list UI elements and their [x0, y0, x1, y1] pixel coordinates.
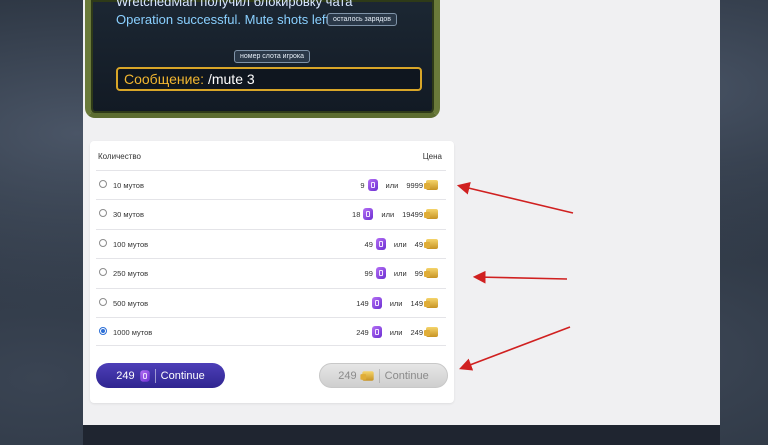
gold-amount: 249 [338, 369, 357, 382]
gold-price: 19499 [402, 209, 423, 219]
gem-icon [371, 326, 382, 338]
gem-price: 149 [356, 298, 369, 308]
option-label: 250 мутов [113, 269, 149, 278]
gem-icon [363, 208, 374, 220]
or-label: или [385, 180, 399, 190]
radio-button-selected[interactable] [99, 327, 107, 335]
gem-icon [375, 267, 386, 279]
gold-price: 9999 [406, 180, 423, 190]
game-chat-screenshot: WretchedMan получил блокировку чата Oper… [85, 0, 440, 118]
option-label: 1000 мутов [113, 328, 153, 337]
gold-icon [424, 209, 438, 219]
separator [154, 368, 156, 383]
gold-icon [424, 239, 438, 249]
gold-icon [424, 268, 438, 278]
option-row-30[interactable]: 30 мутов 18 или 19499 [96, 199, 446, 228]
continue-gold-button[interactable]: 249 Continue [319, 363, 448, 388]
gem-amount: 249 [116, 369, 135, 382]
chat-line-result: Operation successful. Mute shots left: 9 [116, 12, 344, 27]
or-label: или [393, 268, 407, 278]
radio-button[interactable] [99, 298, 107, 306]
gem-price: 249 [356, 327, 369, 337]
radio-button[interactable] [99, 209, 107, 217]
gold-price: 249 [410, 327, 423, 337]
option-label: 100 мутов [113, 240, 149, 249]
gem-icon [139, 369, 150, 382]
gold-price: 149 [410, 298, 423, 308]
gold-price: 99 [414, 268, 423, 278]
gold-price: 49 [414, 239, 423, 249]
gem-price: 18 [352, 209, 361, 219]
or-label: или [381, 209, 395, 219]
chat-message-box: Сообщение: /mute 3 [116, 67, 422, 91]
column-header-price: Цена [422, 152, 442, 161]
option-row-250[interactable]: 250 мутов 99 или 99 [96, 258, 446, 287]
gem-icon [367, 179, 378, 191]
option-label: 10 мутов [113, 181, 144, 190]
or-label: или [389, 298, 403, 308]
continue-label: Continue [384, 369, 429, 382]
continue-label: Continue [160, 369, 205, 382]
gem-icon [371, 297, 382, 309]
chat-line-mute-notice: WretchedMan получил блокировку чата [116, 0, 353, 9]
option-row-500[interactable]: 500 мутов 149 или 149 [96, 288, 446, 317]
column-header-quantity: Количество [98, 152, 141, 161]
radio-button[interactable] [99, 268, 107, 276]
gold-icon [424, 327, 438, 337]
option-row-10[interactable]: 10 мутов 9 или 9999 [96, 170, 446, 199]
option-price: 149 или 149 [356, 296, 438, 310]
gem-icon [375, 238, 386, 250]
radio-button[interactable] [99, 239, 107, 247]
option-label: 500 мутов [113, 299, 149, 308]
continue-gem-button[interactable]: 249 Continue [96, 363, 225, 388]
gold-icon [360, 370, 374, 381]
option-price: 49 или 49 [365, 237, 438, 251]
or-label: или [393, 239, 407, 249]
option-price: 99 или 99 [365, 266, 438, 280]
or-label: или [389, 327, 403, 337]
option-row-100[interactable]: 100 мутов 49 или 49 [96, 229, 446, 258]
tooltip-charges-left: осталось зарядов [327, 13, 397, 26]
tooltip-player-slot: номер слота игрока [234, 50, 311, 63]
message-label: Сообщение: [124, 71, 205, 87]
separator [378, 368, 380, 383]
option-price: 9 или 9999 [360, 178, 438, 192]
option-label: 30 мутов [113, 210, 144, 219]
gem-price: 49 [364, 239, 373, 249]
gold-icon [424, 180, 438, 190]
option-price: 249 или 249 [356, 325, 438, 339]
radio-button[interactable] [99, 180, 107, 188]
option-row-1000[interactable]: 1000 мутов 249 или 249 [96, 317, 446, 346]
option-price: 18 или 19499 [352, 207, 438, 221]
bottom-bar [83, 425, 720, 445]
gem-price: 99 [364, 268, 373, 278]
gem-price: 9 [360, 180, 365, 190]
message-value: /mute 3 [207, 71, 255, 87]
gold-icon [424, 298, 438, 308]
